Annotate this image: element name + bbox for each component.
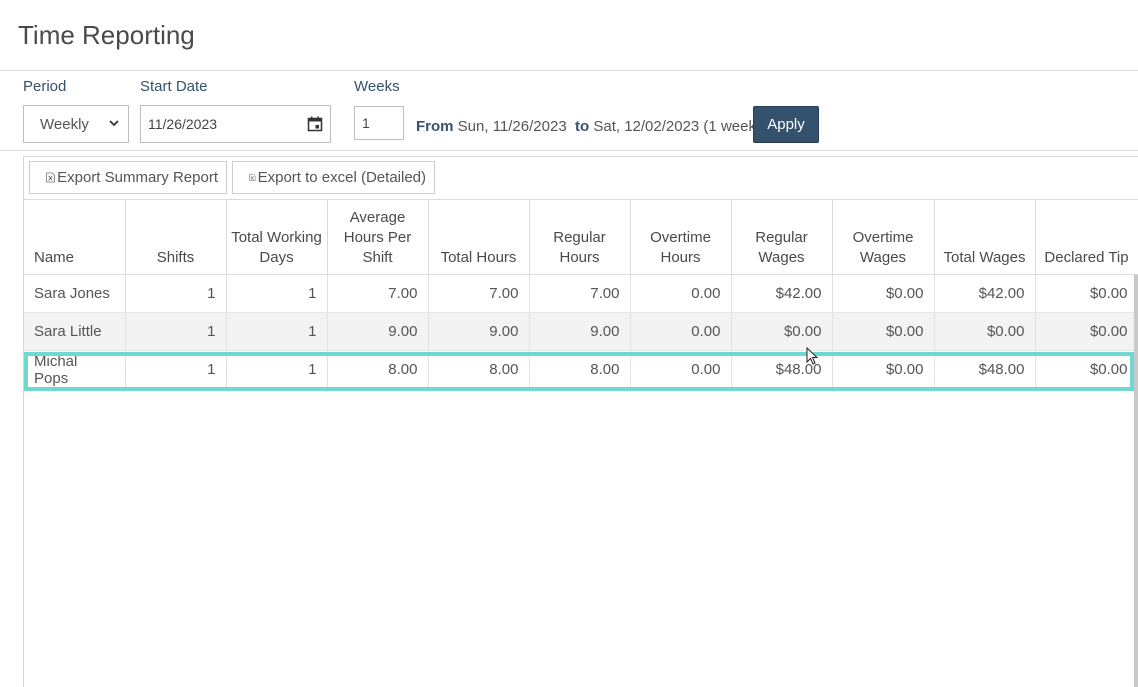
excel-file-icon <box>249 173 256 182</box>
cell-overtime-hours: 0.00 <box>630 274 732 313</box>
weeks-input[interactable]: 1 <box>354 106 404 140</box>
calendar-icon[interactable] <box>307 116 323 132</box>
column-header-total-hours[interactable]: Total Hours <box>428 199 530 275</box>
apply-button[interactable]: Apply <box>753 106 819 143</box>
cell-overtime-wages: $0.00 <box>832 312 935 351</box>
start-date-label: Start Date <box>140 78 208 95</box>
date-range-summary: From Sun, 11/26/2023 to Sat, 12/02/2023 … <box>416 118 761 135</box>
page-title: Time Reporting <box>18 20 195 50</box>
to-label: to <box>575 118 590 135</box>
column-header-regular-hours[interactable]: Regular Hours <box>529 199 631 275</box>
start-date-value: 11/26/2023 <box>148 116 218 132</box>
cell-total-wages: $42.00 <box>934 274 1036 313</box>
column-header-overtime-wages[interactable]: Overtime Wages <box>832 199 935 275</box>
cell-total-wages: $0.00 <box>934 312 1036 351</box>
cell-declared-tip: $0.00 <box>1035 350 1138 389</box>
cell-overtime-wages: $0.00 <box>832 350 935 389</box>
column-header-total-wages[interactable]: Total Wages <box>934 199 1036 275</box>
filter-divider <box>0 150 1138 151</box>
cell-overtime-wages: $0.00 <box>832 274 935 313</box>
column-header-average-hours-per-shift[interactable]: Average Hours Per Shift <box>327 199 429 275</box>
cell-name: Michal Pops <box>24 350 126 389</box>
cell-declared-tip: $0.00 <box>1035 312 1138 351</box>
cell-average-hours-per-shift: 7.00 <box>327 274 429 313</box>
cell-regular-wages: $0.00 <box>731 312 833 351</box>
column-header-declared-tip[interactable]: Declared Tip <box>1035 199 1138 275</box>
cell-declared-tip: $0.00 <box>1035 274 1138 313</box>
cell-total-hours: 9.00 <box>428 312 530 351</box>
cell-shifts: 1 <box>125 312 227 351</box>
cell-total-hours: 8.00 <box>428 350 530 389</box>
export-summary-button[interactable]: Export Summary Report <box>29 161 227 194</box>
cell-total-working-days: 1 <box>226 350 328 389</box>
cell-name: Sara Jones <box>24 274 126 313</box>
cell-average-hours-per-shift: 8.00 <box>327 350 429 389</box>
weeks-value: 1 <box>362 115 370 131</box>
time-report-table-container: Name Shifts Total Working Days Average H… <box>24 199 1138 389</box>
to-value: Sat, 12/02/2023 (1 week) <box>593 118 761 135</box>
table-row[interactable]: Sara Little 1 1 9.00 9.00 9.00 0.00 $0.0… <box>24 312 1138 351</box>
cell-total-hours: 7.00 <box>428 274 530 313</box>
cell-shifts: 1 <box>125 274 227 313</box>
chevron-down-icon <box>109 120 119 127</box>
table-header-row: Name Shifts Total Working Days Average H… <box>24 199 1138 275</box>
vertical-scrollbar[interactable] <box>1134 275 1138 687</box>
cell-name: Sara Little <box>24 312 126 351</box>
export-excel-button[interactable]: Export to excel (Detailed) <box>232 161 435 194</box>
column-header-total-working-days[interactable]: Total Working Days <box>226 199 328 275</box>
time-report-table: Name Shifts Total Working Days Average H… <box>24 199 1138 389</box>
table-row-selected[interactable]: Michal Pops 1 1 8.00 8.00 8.00 0.00 $48.… <box>24 350 1138 389</box>
cell-regular-wages: $42.00 <box>731 274 833 313</box>
cell-overtime-hours: 0.00 <box>630 350 732 389</box>
period-select-value: Weekly <box>40 115 89 133</box>
period-select[interactable]: Weekly <box>23 105 129 143</box>
title-divider <box>0 70 1138 71</box>
from-label: From <box>416 118 454 135</box>
table-row[interactable]: Sara Jones 1 1 7.00 7.00 7.00 0.00 $42.0… <box>24 274 1138 313</box>
cell-total-wages: $48.00 <box>934 350 1036 389</box>
export-summary-label: Export Summary Report <box>57 169 218 186</box>
cell-shifts: 1 <box>125 350 227 389</box>
period-label: Period <box>23 78 67 95</box>
column-header-overtime-hours[interactable]: Overtime Hours <box>630 199 732 275</box>
cell-overtime-hours: 0.00 <box>630 312 732 351</box>
cell-average-hours-per-shift: 9.00 <box>327 312 429 351</box>
cell-regular-hours: 7.00 <box>529 274 631 313</box>
column-header-regular-wages[interactable]: Regular Wages <box>731 199 833 275</box>
column-header-shifts[interactable]: Shifts <box>125 199 227 275</box>
cell-regular-hours: 8.00 <box>529 350 631 389</box>
column-header-name[interactable]: Name <box>24 199 126 275</box>
mouse-cursor-icon <box>806 347 819 365</box>
cell-regular-hours: 9.00 <box>529 312 631 351</box>
excel-file-icon <box>46 172 55 183</box>
from-value: Sun, 11/26/2023 <box>457 118 567 135</box>
cell-total-working-days: 1 <box>226 274 328 313</box>
export-excel-label: Export to excel (Detailed) <box>257 169 426 186</box>
start-date-input[interactable]: 11/26/2023 <box>140 105 331 143</box>
cell-total-working-days: 1 <box>226 312 328 351</box>
weeks-label: Weeks <box>354 78 400 95</box>
